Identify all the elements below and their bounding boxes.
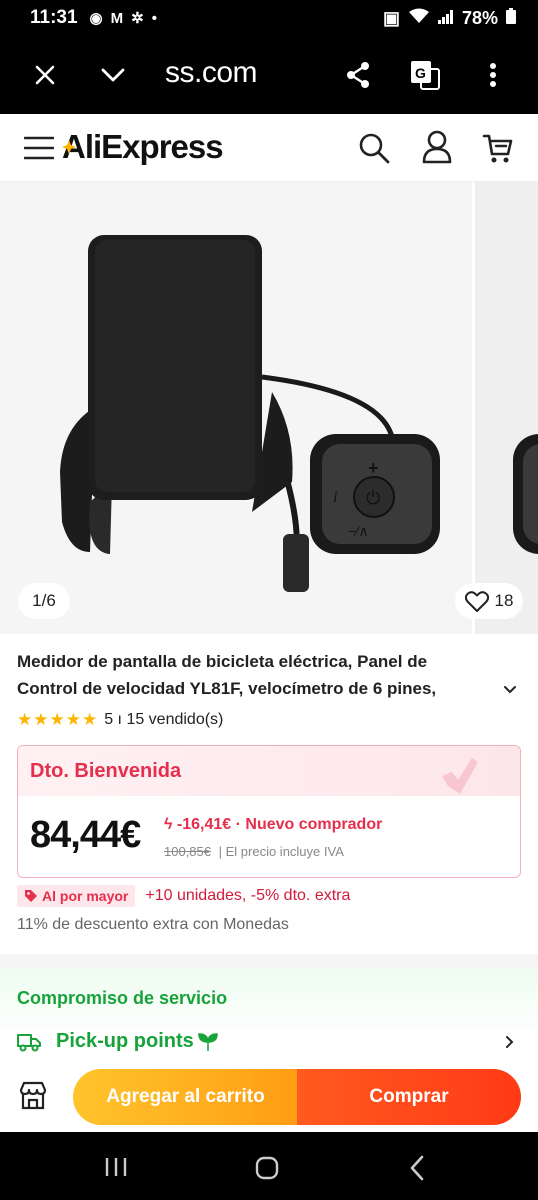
site-header: AliExpress xyxy=(0,114,538,182)
pickup-points-row[interactable]: Pick-up points xyxy=(17,1030,219,1053)
battery-percent: 78% xyxy=(461,7,498,28)
hamburger-icon xyxy=(23,136,55,160)
add-to-cart-button[interactable]: Agregar al carrito xyxy=(73,1069,298,1125)
discount-value: -16,41€ · Nuevo comprador xyxy=(176,816,383,833)
coins-discount-text: 11% de descuento extra con Monedas xyxy=(17,916,289,933)
chevron-right-icon[interactable] xyxy=(505,1035,515,1049)
home-icon xyxy=(255,1156,279,1180)
account-button[interactable] xyxy=(422,130,452,169)
svg-text:−∕∧: −∕∧ xyxy=(348,523,369,539)
wifi-icon xyxy=(408,8,430,29)
purchase-action-bar: Agregar al carrito Comprar xyxy=(0,1066,538,1132)
gmail-icon: M xyxy=(110,9,124,27)
rating-stars-icon: ★★★★★ xyxy=(17,710,99,729)
bulk-badge-label: Al por mayor xyxy=(42,888,129,904)
close-icon xyxy=(35,65,55,85)
search-icon xyxy=(359,133,390,164)
next-image-peek[interactable] xyxy=(472,182,538,634)
pickup-label: Pick-up points xyxy=(56,1030,194,1052)
promo-header: Dto. Bienvenida xyxy=(18,746,520,796)
more-vert-icon xyxy=(490,63,496,87)
svg-text:G: G xyxy=(415,65,426,81)
product-title: Medidor de pantalla de bicicleta eléctri… xyxy=(17,652,437,698)
rating-sold-text: 5 ı 15 vendido(s) xyxy=(104,711,224,728)
bulk-badge: Al por mayor xyxy=(17,885,136,907)
svg-text:i: i xyxy=(333,489,337,506)
aliexpress-logo[interactable]: AliExpress xyxy=(62,128,224,166)
delivery-truck-icon xyxy=(17,1033,41,1051)
discount-flash-icon: ϟ xyxy=(164,816,173,833)
current-price: 84,44€ xyxy=(30,814,141,856)
bulk-discount-row[interactable]: Al por mayor +10 unidades, -5% dto. extr… xyxy=(17,885,350,907)
promo-title: Dto. Bienvenida xyxy=(30,759,182,782)
logo-sparkle-icon xyxy=(62,140,76,154)
store-button[interactable] xyxy=(18,1081,48,1116)
expand-title-button[interactable] xyxy=(503,682,517,700)
cart-button[interactable] xyxy=(482,132,514,169)
product-image: ⏻ + i −∕∧ xyxy=(0,182,470,634)
chrome-icon: ◉ xyxy=(89,10,103,27)
translate-icon: G xyxy=(411,61,440,90)
battery-icon xyxy=(506,7,516,29)
svg-text:+: + xyxy=(368,458,379,478)
signal-icon xyxy=(437,8,454,29)
tag-icon xyxy=(25,890,37,902)
system-nav-bar xyxy=(0,1132,538,1200)
leaf-icon xyxy=(198,1032,218,1051)
browser-toolbar: ss.com G xyxy=(0,36,538,114)
user-icon xyxy=(422,130,452,164)
share-button[interactable] xyxy=(338,55,378,95)
status-bar: 11:31 ◉ M ✲ • ▣ 78% xyxy=(0,0,538,36)
search-button[interactable] xyxy=(358,132,390,169)
url-text[interactable]: ss.com xyxy=(165,56,258,90)
heart-icon xyxy=(464,590,489,612)
recents-button[interactable] xyxy=(104,1156,128,1183)
back-button[interactable] xyxy=(409,1155,425,1186)
wishlist-button[interactable]: 18 xyxy=(455,583,523,619)
promo-decoration-icon xyxy=(442,758,478,794)
translate-button[interactable]: G xyxy=(405,55,445,95)
next-product-image xyxy=(513,434,538,554)
menu-button[interactable] xyxy=(23,136,55,165)
cart-icon xyxy=(482,134,513,163)
close-tab-button[interactable] xyxy=(25,55,65,95)
product-gallery[interactable]: ⏻ + i −∕∧ 1/6 18 xyxy=(0,182,538,634)
chevron-down-icon xyxy=(101,68,125,82)
welcome-deal-box: Dto. Bienvenida 84,44€ ϟ -16,41€ · Nuevo… xyxy=(17,745,521,878)
wishlist-count: 18 xyxy=(494,591,514,610)
store-icon xyxy=(19,1081,47,1110)
bulk-text: +10 unidades, -5% dto. extra xyxy=(145,887,351,904)
original-price-row: 100,85€ | El precio incluye IVA xyxy=(164,844,344,859)
settings-icon: ✲ xyxy=(131,10,144,27)
original-price: 100,85€ xyxy=(164,844,211,859)
dot-icon: • xyxy=(151,9,157,27)
service-title: Compromiso de servicio xyxy=(17,988,228,1008)
back-icon xyxy=(410,1155,424,1181)
section-divider xyxy=(0,954,538,968)
recents-icon xyxy=(105,1158,127,1176)
tax-note: | El precio incluye IVA xyxy=(218,844,344,859)
home-button[interactable] xyxy=(255,1156,279,1185)
svg-text:⏻: ⏻ xyxy=(366,488,380,508)
minimize-button[interactable] xyxy=(93,55,133,95)
chevron-down-icon xyxy=(504,686,516,694)
more-options-button[interactable] xyxy=(473,55,513,95)
logo-suffix: Express xyxy=(101,128,223,165)
share-icon xyxy=(347,62,369,88)
service-section: Compromiso de servicio Pick-up points xyxy=(0,968,538,1068)
image-counter: 1/6 xyxy=(18,583,70,619)
clock: 11:31 xyxy=(30,7,78,28)
notification-icons: ◉ M ✲ • xyxy=(89,9,157,28)
buy-now-button[interactable]: Comprar xyxy=(297,1069,521,1125)
rating-row[interactable]: ★★★★★ 5 ı 15 vendido(s) xyxy=(17,710,223,730)
discount-text: ϟ -16,41€ · Nuevo comprador xyxy=(164,816,382,834)
battery-saver-icon: ▣ xyxy=(382,7,400,28)
